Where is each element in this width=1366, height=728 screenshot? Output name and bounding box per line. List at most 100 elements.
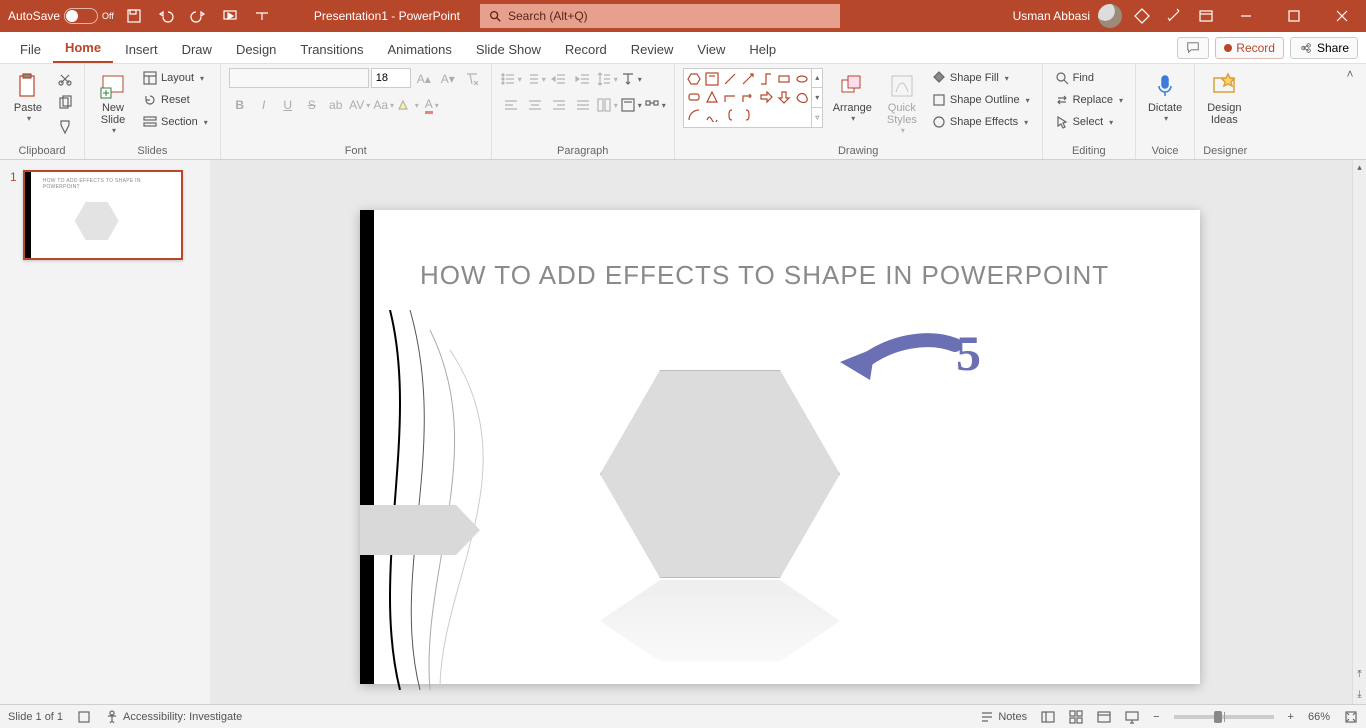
font-family-combo[interactable] — [229, 68, 369, 88]
minimize-button[interactable] — [1226, 0, 1266, 32]
text-direction-button[interactable]: ▾ — [620, 68, 642, 90]
fit-to-window-button[interactable] — [1344, 710, 1358, 724]
comments-button[interactable] — [1177, 37, 1209, 59]
prev-slide-button[interactable]: ⤒ — [1353, 664, 1366, 684]
tab-file[interactable]: File — [8, 36, 53, 63]
shape-textbox-icon[interactable] — [704, 71, 720, 87]
line-spacing-button[interactable]: ▾ — [596, 68, 618, 90]
convert-smartart-button[interactable]: ▾ — [644, 94, 666, 116]
slide[interactable]: HOW TO ADD EFFECTS TO SHAPE IN POWERPOIN… — [360, 210, 1200, 684]
shape-rect-icon[interactable] — [776, 71, 792, 87]
format-painter-button[interactable] — [54, 116, 76, 138]
decrease-font-button[interactable]: A▾ — [437, 68, 459, 90]
arrange-button[interactable]: Arrange▾ — [829, 68, 876, 125]
tab-transitions[interactable]: Transitions — [288, 36, 375, 63]
numbering-button[interactable]: ▾ — [524, 68, 546, 90]
tab-draw[interactable]: Draw — [170, 36, 224, 63]
clear-formatting-button[interactable] — [461, 68, 483, 90]
new-slide-button[interactable]: New Slide▾ — [93, 68, 133, 137]
design-ideas-button[interactable]: Design Ideas — [1203, 68, 1245, 128]
search-box[interactable]: Search (Alt+Q) — [480, 4, 840, 28]
undo-button[interactable] — [154, 4, 178, 28]
gallery-expand[interactable]: ▿ — [812, 108, 823, 128]
shape-oval-icon[interactable] — [794, 71, 810, 87]
save-button[interactable] — [122, 4, 146, 28]
ribbon-display-button[interactable] — [1194, 4, 1218, 28]
spellcheck-status[interactable] — [77, 710, 91, 724]
font-color-button[interactable]: A▾ — [421, 94, 443, 116]
bullets-button[interactable]: ▾ — [500, 68, 522, 90]
scroll-up-button[interactable]: ▴ — [1353, 160, 1366, 174]
shape-outline-button[interactable]: Shape Outline▾ — [928, 90, 1034, 110]
slideshow-from-start-button[interactable] — [218, 4, 242, 28]
zoom-in-button[interactable]: + — [1288, 711, 1294, 723]
thumbnail-pane[interactable]: 1 HOW TO ADD EFFECTS TO SHAPE IN POWERPO… — [0, 160, 210, 704]
shape-connector-icon[interactable] — [758, 71, 774, 87]
accessibility-status[interactable]: Accessibility: Investigate — [105, 710, 242, 724]
autosave-toggle[interactable]: AutoSave Off — [8, 8, 114, 24]
diamond-icon[interactable] — [1130, 4, 1154, 28]
zoom-slider[interactable] — [1174, 715, 1274, 719]
user-avatar[interactable] — [1098, 4, 1122, 28]
change-case-button[interactable]: Aa▾ — [373, 94, 395, 116]
tab-insert[interactable]: Insert — [113, 36, 170, 63]
find-button[interactable]: Find — [1051, 68, 1098, 88]
tab-help[interactable]: Help — [737, 36, 788, 63]
bold-button[interactable]: B — [229, 94, 251, 116]
shape-freeform-icon[interactable] — [794, 89, 810, 105]
reset-button[interactable]: Reset — [139, 90, 212, 110]
zoom-out-button[interactable]: − — [1153, 711, 1159, 723]
shape-rbrace-icon[interactable] — [740, 107, 756, 123]
layout-button[interactable]: Layout▾ — [139, 68, 212, 88]
shape-curve-icon[interactable] — [704, 107, 720, 123]
shapes-gallery[interactable]: ▴ ▾ ▿ — [683, 68, 823, 128]
shape-arc-icon[interactable] — [686, 107, 702, 123]
slide-title[interactable]: HOW TO ADD EFFECTS TO SHAPE IN POWERPOIN… — [420, 260, 1160, 291]
tab-review[interactable]: Review — [619, 36, 686, 63]
select-button[interactable]: Select▾ — [1051, 112, 1118, 132]
notes-button[interactable]: Notes — [980, 710, 1027, 724]
gallery-scroll-down[interactable]: ▾ — [812, 88, 823, 108]
align-right-button[interactable] — [548, 94, 570, 116]
strikethrough-button[interactable]: S — [301, 94, 323, 116]
reading-view-button[interactable] — [1097, 710, 1111, 724]
tab-slide-show[interactable]: Slide Show — [464, 36, 553, 63]
paste-button[interactable]: Paste▾ — [8, 68, 48, 125]
shape-line-icon[interactable] — [722, 71, 738, 87]
text-shadow-button[interactable]: ab — [325, 94, 347, 116]
hexagon-shape[interactable] — [600, 370, 840, 578]
underline-button[interactable]: U — [277, 94, 299, 116]
dictate-button[interactable]: Dictate▾ — [1144, 68, 1186, 125]
wand-icon[interactable] — [1162, 4, 1186, 28]
shape-effects-button[interactable]: Shape Effects▾ — [928, 112, 1034, 132]
shape-right-arrow-icon[interactable] — [758, 89, 774, 105]
shape-roundrect-icon[interactable] — [686, 89, 702, 105]
shape-hexagon-icon[interactable] — [686, 71, 702, 87]
increase-indent-button[interactable] — [572, 68, 594, 90]
shape-down-arrow-icon[interactable] — [776, 89, 792, 105]
qat-customize-button[interactable] — [250, 4, 274, 28]
shape-lbrace-icon[interactable] — [722, 107, 738, 123]
increase-font-button[interactable]: A▴ — [413, 68, 435, 90]
redo-button[interactable] — [186, 4, 210, 28]
slide-thumbnail-1[interactable]: HOW TO ADD EFFECTS TO SHAPE IN POWERPOIN… — [23, 170, 183, 260]
copy-button[interactable] — [54, 92, 76, 114]
quick-styles-button[interactable]: Quick Styles▾ — [882, 68, 922, 137]
record-button[interactable]: Record — [1215, 37, 1284, 59]
next-slide-button[interactable]: ⤓ — [1353, 684, 1366, 704]
tab-animations[interactable]: Animations — [376, 36, 464, 63]
columns-button[interactable]: ▾ — [596, 94, 618, 116]
section-button[interactable]: Section▾ — [139, 112, 212, 132]
align-left-button[interactable] — [500, 94, 522, 116]
font-size-combo[interactable]: 18 — [371, 68, 411, 88]
collapse-ribbon-button[interactable]: ˄ — [1340, 64, 1360, 84]
tab-design[interactable]: Design — [224, 36, 288, 63]
shape-triangle-icon[interactable] — [704, 89, 720, 105]
shape-fill-button[interactable]: Shape Fill▾ — [928, 68, 1034, 88]
shape-elbow-icon[interactable] — [722, 89, 738, 105]
justify-button[interactable] — [572, 94, 594, 116]
tab-view[interactable]: View — [685, 36, 737, 63]
italic-button[interactable]: I — [253, 94, 275, 116]
align-center-button[interactable] — [524, 94, 546, 116]
shape-arrow-line-icon[interactable] — [740, 71, 756, 87]
